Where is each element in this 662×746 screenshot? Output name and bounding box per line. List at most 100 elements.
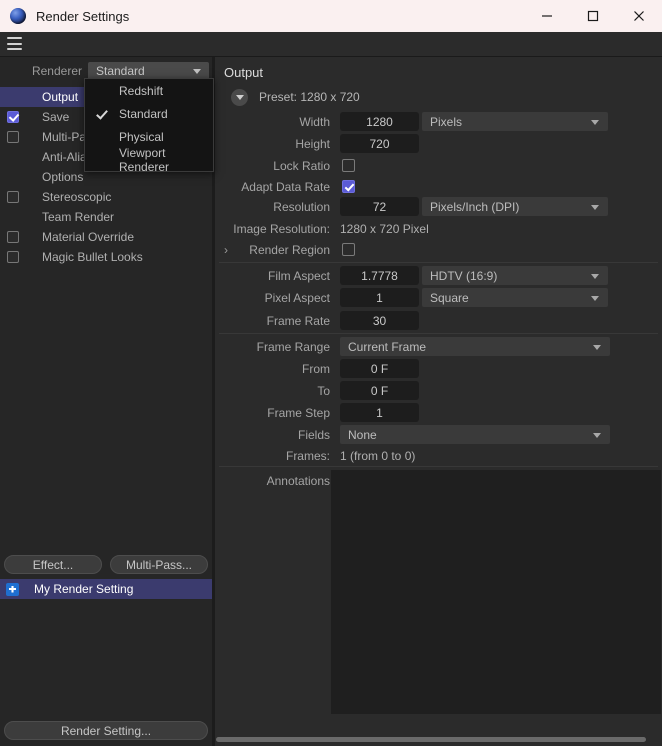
render-region-row: › Render Region	[215, 239, 662, 260]
render-setting-button[interactable]: Render Setting...	[4, 721, 208, 740]
pixel-aspect-preset-value: Square	[430, 290, 469, 305]
pixel-aspect-label: Pixel Aspect	[264, 290, 330, 305]
image-resolution-label: Image Resolution:	[233, 221, 330, 236]
pixel-aspect-preset-dropdown[interactable]: Square	[422, 288, 608, 307]
annotations-textarea[interactable]	[331, 470, 661, 714]
horizontal-scrollbar-thumb[interactable]	[216, 737, 646, 742]
resolution-unit-value: Pixels/Inch (DPI)	[430, 199, 520, 214]
multi-pass-checkbox[interactable]	[7, 131, 19, 143]
c4d-sphere-icon	[10, 8, 26, 24]
width-unit-value: Pixels	[430, 114, 463, 129]
to-input[interactable]: 0 F	[340, 381, 419, 400]
height-label: Height	[295, 136, 330, 151]
fields-label: Fields	[297, 427, 330, 442]
sidebar-item-label: Magic Bullet Looks	[42, 250, 143, 264]
menu-item-label: Physical	[119, 129, 164, 144]
frame-range-dropdown[interactable]: Current Frame	[340, 337, 610, 356]
frame-rate-input[interactable]: 30	[340, 311, 419, 330]
film-aspect-input[interactable]: 1.7778	[340, 266, 419, 285]
window-controls	[524, 0, 662, 32]
sidebar-item-label: Stereoscopic	[42, 190, 112, 204]
chevron-down-icon	[591, 295, 599, 301]
image-resolution-value: 1280 x 720 Pixel	[340, 221, 429, 236]
sidebar-item-label: Material Override	[42, 230, 135, 244]
film-aspect-preset-value: HDTV (16:9)	[430, 268, 498, 283]
stereoscopic-checkbox[interactable]	[7, 191, 19, 203]
frame-step-input[interactable]: 1	[340, 403, 419, 422]
renderer-option-viewport-renderer[interactable]: Viewport Renderer	[85, 145, 213, 174]
resolution-label: Resolution	[273, 199, 330, 214]
film-aspect-label: Film Aspect	[267, 268, 330, 283]
renderer-option-standard[interactable]: Standard	[85, 102, 213, 125]
frame-range-row: Frame Range Current Frame	[215, 336, 662, 357]
multi-pass-button[interactable]: Multi-Pass...	[110, 555, 208, 574]
lock-ratio-label: Lock Ratio	[273, 158, 330, 173]
from-label: From	[302, 361, 330, 376]
title-bar: Render Settings	[0, 0, 662, 32]
frame-range-label: Frame Range	[256, 339, 330, 354]
chevron-right-icon[interactable]: ›	[224, 244, 228, 256]
save-checkbox[interactable]	[7, 111, 19, 123]
adapt-data-rate-row: Adapt Data Rate	[215, 176, 662, 197]
chevron-down-icon	[591, 273, 599, 279]
pixel-aspect-row: Pixel Aspect 1 Square	[215, 287, 662, 308]
render-setting-icon	[6, 582, 19, 596]
renderer-label: Renderer	[31, 64, 82, 78]
resolution-unit-dropdown[interactable]: Pixels/Inch (DPI)	[422, 197, 608, 216]
sidebar-item-label: Output	[42, 90, 79, 104]
hamburger-menu-icon[interactable]	[7, 37, 22, 50]
render-setting-list-item[interactable]: My Render Setting	[0, 579, 212, 599]
adapt-data-rate-label: Adapt Data Rate	[241, 179, 330, 194]
width-input[interactable]: 1280	[340, 112, 419, 131]
resolution-input[interactable]: 72	[340, 197, 419, 216]
film-aspect-preset-dropdown[interactable]: HDTV (16:9)	[422, 266, 608, 285]
chevron-down-icon	[591, 119, 599, 125]
renderer-option-redshift[interactable]: Redshift	[85, 79, 213, 102]
preset-dropdown-button[interactable]	[231, 88, 248, 106]
sidebar-item-team-render[interactable]: Team Render	[0, 207, 212, 227]
frames-value: 1 (from 0 to 0)	[340, 448, 416, 463]
sidebar-item-stereoscopic[interactable]: Stereoscopic	[0, 187, 212, 207]
sidebar-item-material-override[interactable]: Material Override	[0, 227, 212, 247]
lock-ratio-row: Lock Ratio	[215, 155, 662, 176]
frame-range-value: Current Frame	[348, 339, 427, 354]
minimize-button[interactable]	[524, 0, 570, 32]
material-override-checkbox[interactable]	[7, 231, 19, 243]
maximize-button[interactable]	[570, 0, 616, 32]
checkmark-icon	[96, 107, 108, 120]
width-label: Width	[299, 114, 330, 129]
menu-item-label: Viewport Renderer	[119, 145, 170, 174]
menu-item-label: Redshift	[119, 83, 164, 98]
chevron-down-icon	[593, 432, 601, 438]
divider	[219, 262, 658, 263]
to-row: To 0 F	[215, 380, 662, 401]
frame-step-label: Frame Step	[267, 405, 330, 420]
frames-row: Frames: 1 (from 0 to 0)	[215, 445, 662, 466]
frame-rate-row: Frame Rate 30	[215, 310, 662, 331]
menu-item-label: Standard	[119, 106, 168, 121]
sidebar-item-label: Save	[42, 110, 70, 124]
height-row: Height 720	[215, 133, 662, 154]
preset-label: Preset: 1280 x 720	[259, 90, 360, 104]
render-setting-name: My Render Setting	[34, 582, 134, 596]
magic-bullet-looks-checkbox[interactable]	[7, 251, 19, 263]
renderer-dropdown-menu: Redshift Standard Physical Viewport Rend…	[84, 78, 214, 174]
frame-step-row: Frame Step 1	[215, 402, 662, 423]
chevron-down-icon	[193, 69, 201, 74]
pixel-aspect-input[interactable]: 1	[340, 288, 419, 307]
adapt-data-rate-checkbox[interactable]	[342, 180, 355, 193]
fields-row: Fields None	[215, 424, 662, 445]
from-input[interactable]: 0 F	[340, 359, 419, 378]
renderer-dropdown-value: Standard	[96, 64, 145, 78]
fields-dropdown[interactable]: None	[340, 425, 610, 444]
width-unit-dropdown[interactable]: Pixels	[422, 112, 608, 131]
effect-button[interactable]: Effect...	[4, 555, 102, 574]
from-row: From 0 F	[215, 358, 662, 379]
sidebar-item-magic-bullet-looks[interactable]: Magic Bullet Looks	[0, 247, 212, 267]
lock-ratio-checkbox[interactable]	[342, 159, 355, 172]
close-button[interactable]	[616, 0, 662, 32]
render-settings-window: Render Settings Renderer Standard Output…	[0, 0, 662, 746]
render-region-checkbox[interactable]	[342, 243, 355, 256]
height-input[interactable]: 720	[340, 134, 419, 153]
horizontal-scrollbar[interactable]	[216, 736, 660, 743]
